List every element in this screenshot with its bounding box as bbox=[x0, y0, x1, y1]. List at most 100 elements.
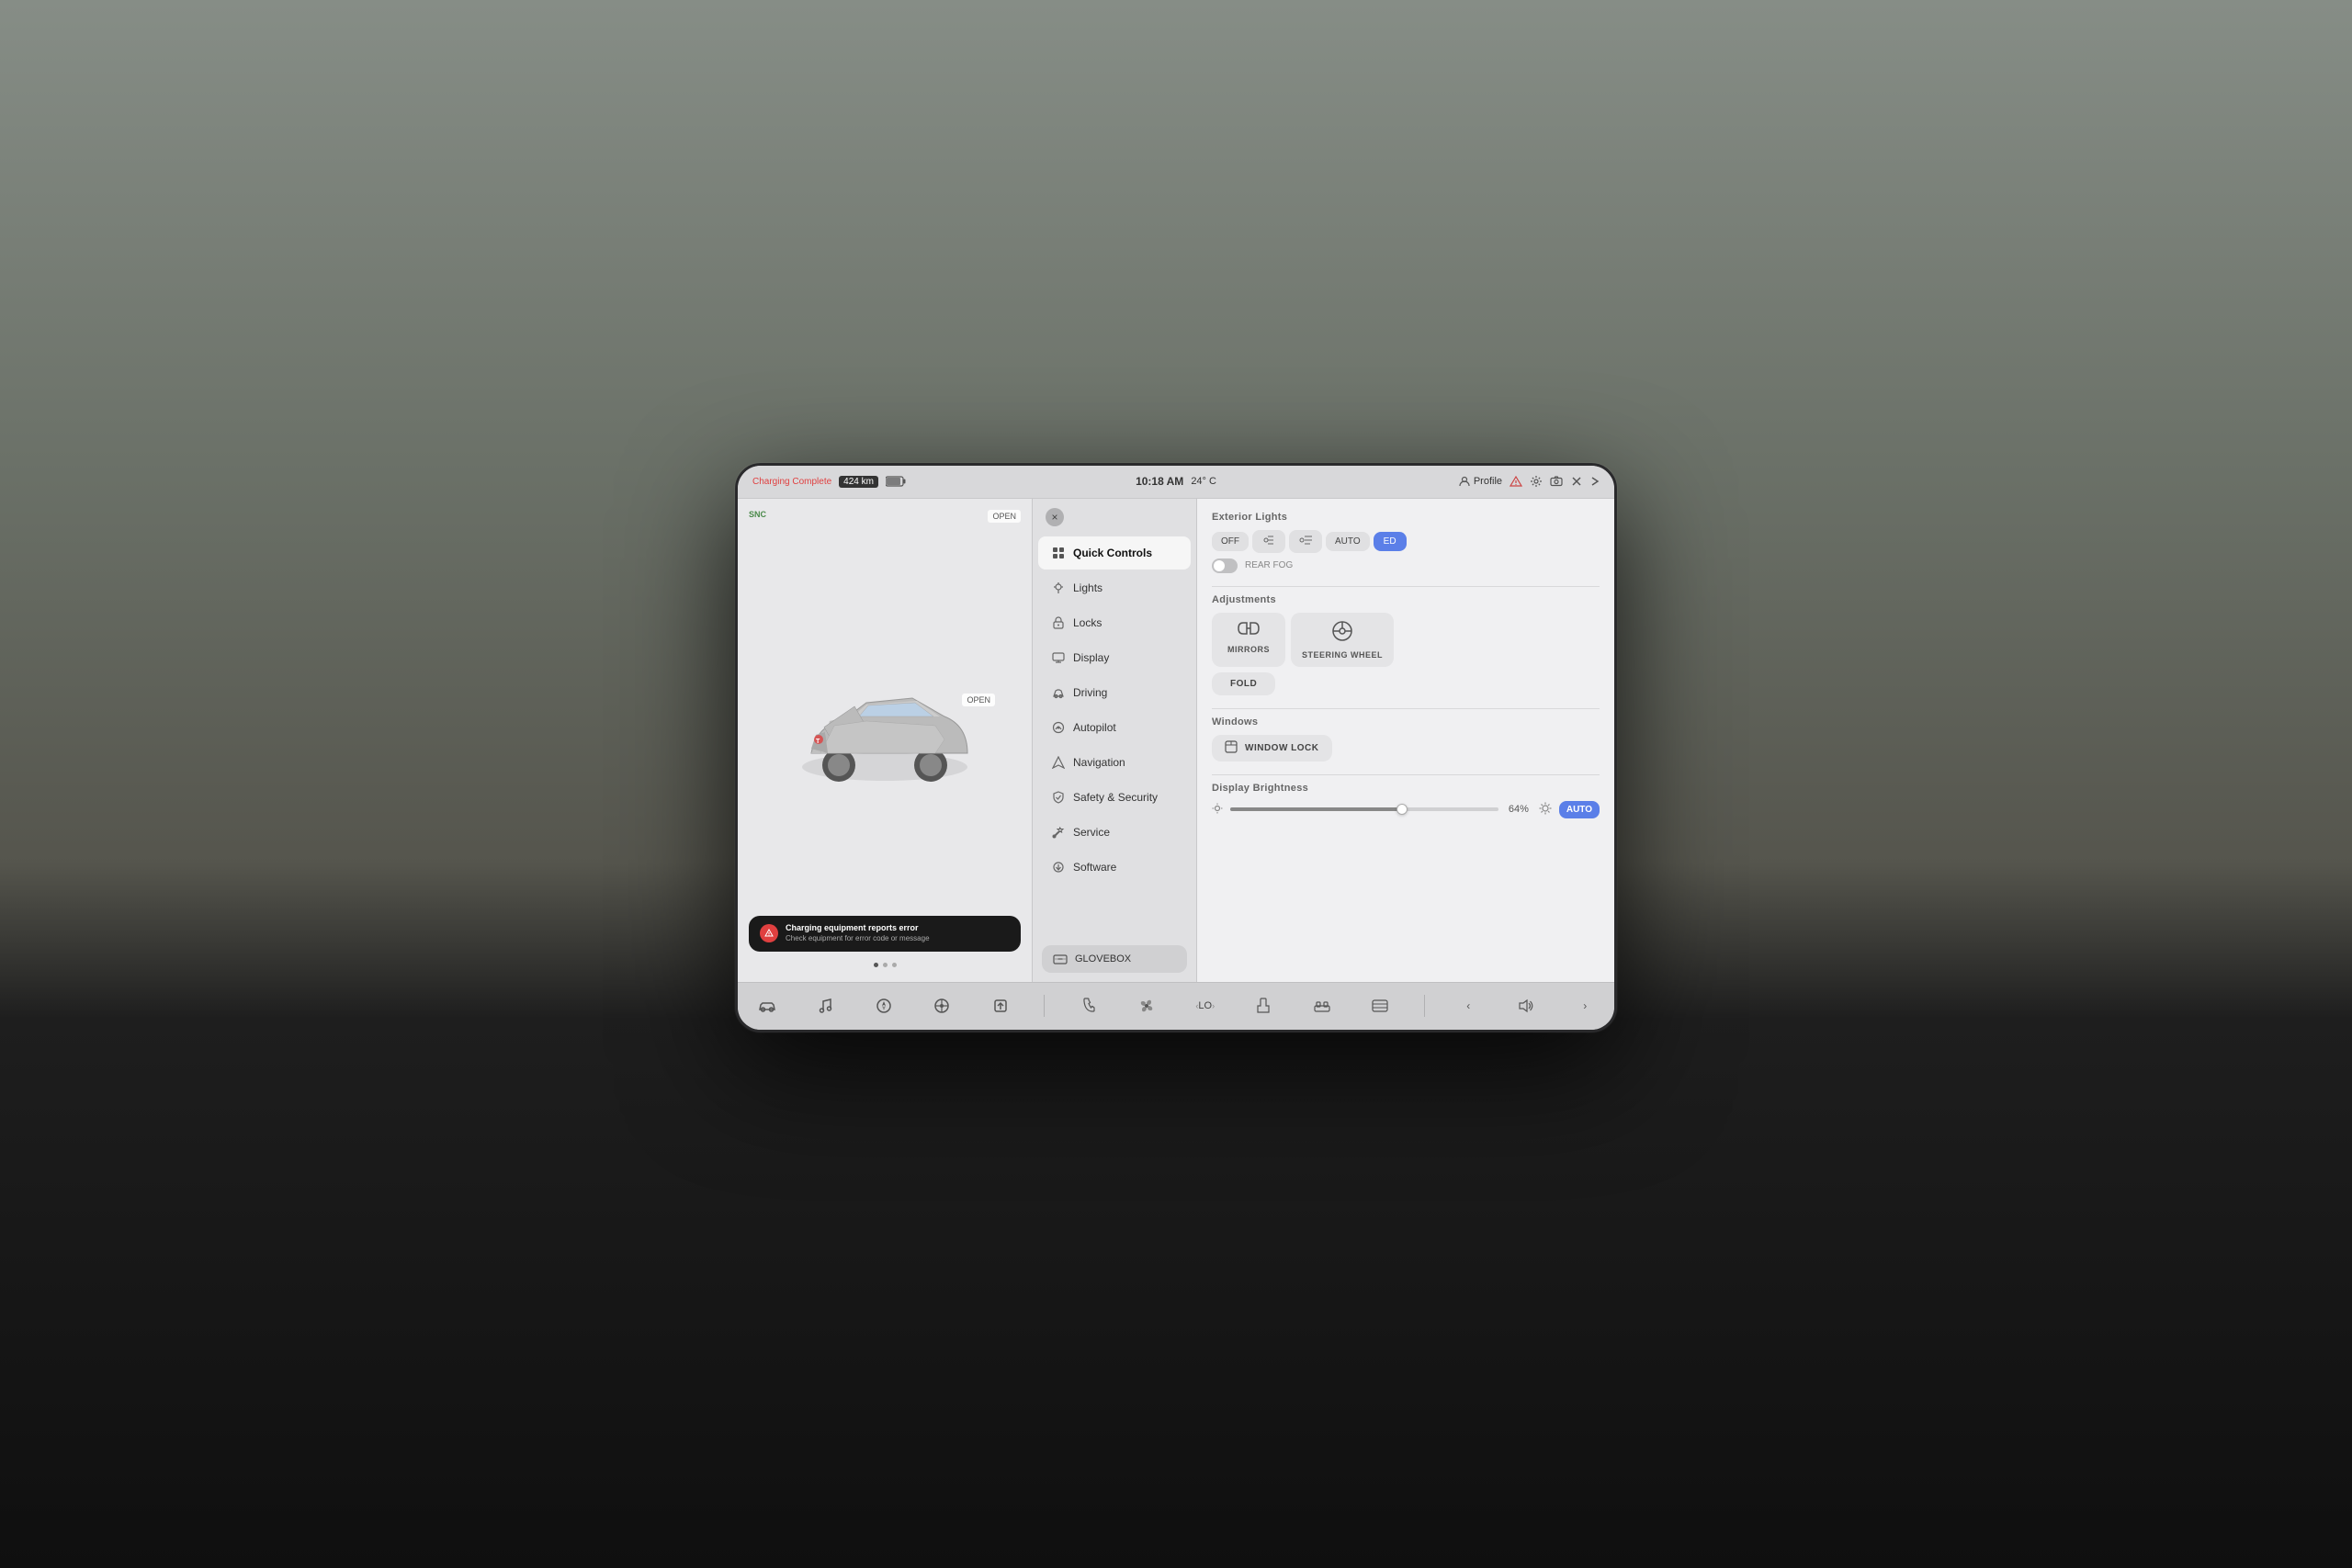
car-image-area: T OPEN bbox=[749, 545, 1021, 917]
toolbar-nav-icon[interactable] bbox=[869, 991, 899, 1021]
toolbar-car-icon[interactable] bbox=[752, 991, 782, 1021]
toolbar-apps-icon[interactable] bbox=[927, 991, 956, 1021]
safety-menu-icon bbox=[1051, 790, 1066, 805]
lights-off-button[interactable]: OFF bbox=[1212, 532, 1249, 551]
locks-menu-icon bbox=[1051, 615, 1066, 630]
menu-close-area: × bbox=[1033, 499, 1196, 536]
safety-icon-svg bbox=[1053, 791, 1064, 804]
rear-seat-svg bbox=[1314, 998, 1330, 1013]
steering-svg bbox=[1331, 620, 1353, 642]
window-lock-button[interactable]: WINDOW LOCK bbox=[1212, 735, 1332, 761]
autopilot-menu-icon bbox=[1051, 720, 1066, 735]
dot-navigation bbox=[749, 959, 1021, 971]
driving-menu-icon bbox=[1051, 685, 1066, 700]
glovebox-button[interactable]: GLOVEBOX bbox=[1042, 945, 1187, 973]
music-toolbar-svg bbox=[817, 998, 833, 1014]
menu-item-service[interactable]: Service bbox=[1038, 816, 1191, 849]
quick-controls-label: Quick Controls bbox=[1073, 547, 1152, 559]
error-notification[interactable]: Charging equipment reports error Check e… bbox=[749, 916, 1021, 951]
battery-icon bbox=[886, 476, 906, 487]
car-visualization: T OPEN bbox=[784, 657, 986, 804]
temperature-display: 24° C bbox=[1191, 476, 1216, 487]
screen-content: Charging Complete 424 km 10:18 AM 24° C bbox=[738, 466, 1614, 1030]
charging-status: Charging Complete bbox=[752, 477, 831, 487]
toolbar-volume-icon[interactable] bbox=[1512, 991, 1542, 1021]
toolbar-arrow-icon[interactable] bbox=[986, 991, 1015, 1021]
menu-item-autopilot[interactable]: Autopilot bbox=[1038, 711, 1191, 744]
profile-button[interactable]: Profile bbox=[1459, 476, 1502, 487]
dot-2 bbox=[883, 963, 888, 967]
temp-lo-value: LO bbox=[1198, 1000, 1212, 1011]
status-left: Charging Complete 424 km bbox=[752, 476, 1136, 488]
windows-title: Windows bbox=[1212, 716, 1600, 728]
low-beam-icon bbox=[1298, 535, 1313, 546]
close-icon[interactable] bbox=[1570, 475, 1583, 488]
adjustments-title: Adjustments bbox=[1212, 594, 1600, 605]
close-button[interactable]: × bbox=[1046, 508, 1064, 526]
alert-icon[interactable] bbox=[1510, 475, 1522, 488]
mirrors-label: MIRRORS bbox=[1227, 645, 1270, 654]
time-display: 10:18 AM bbox=[1136, 475, 1183, 488]
dot-3 bbox=[892, 963, 897, 967]
person-icon bbox=[1459, 476, 1470, 487]
open-label-top: OPEN bbox=[988, 510, 1021, 523]
camera-icon[interactable] bbox=[1550, 475, 1563, 488]
controls-panel: Exterior Lights OFF bbox=[1197, 499, 1614, 982]
status-center: 10:18 AM 24° C bbox=[1136, 475, 1216, 488]
windows-section: Windows WINDOW LOCK bbox=[1212, 716, 1600, 761]
menu-item-lights[interactable]: Lights bbox=[1038, 571, 1191, 604]
lights-low-beam-button[interactable] bbox=[1289, 530, 1322, 553]
settings-icon[interactable] bbox=[1530, 475, 1543, 488]
menu-item-navigation[interactable]: Navigation bbox=[1038, 746, 1191, 779]
menu-item-safety[interactable]: Safety & Security bbox=[1038, 781, 1191, 814]
status-right: Profile bbox=[1216, 475, 1600, 488]
lights-parking-button[interactable] bbox=[1252, 530, 1285, 553]
toolbar-music-icon[interactable] bbox=[810, 991, 840, 1021]
sun-large-icon bbox=[1539, 802, 1552, 815]
toolbar-defrost-icon[interactable] bbox=[1365, 991, 1395, 1021]
quick-controls-icon bbox=[1051, 546, 1066, 560]
software-icon-svg bbox=[1052, 861, 1065, 874]
mirrors-icon bbox=[1235, 620, 1262, 641]
menu-item-quick-controls[interactable]: Quick Controls bbox=[1038, 536, 1191, 570]
error-icon bbox=[760, 924, 778, 942]
lights-drl-button[interactable]: ED bbox=[1374, 532, 1407, 551]
rear-fog-toggle[interactable] bbox=[1212, 558, 1238, 573]
menu-item-driving[interactable]: Driving bbox=[1038, 676, 1191, 709]
toolbar-fan-icon[interactable] bbox=[1132, 991, 1161, 1021]
toolbar-vol-right[interactable]: › bbox=[1570, 991, 1600, 1021]
toolbar-rear-seat-icon[interactable] bbox=[1307, 991, 1337, 1021]
toolbar-phone-icon[interactable] bbox=[1074, 991, 1103, 1021]
toolbar-vol-left[interactable]: ‹ bbox=[1453, 991, 1483, 1021]
window-lock-icon bbox=[1225, 740, 1238, 756]
glovebox-label: GLOVEBOX bbox=[1075, 953, 1131, 964]
tesla-tablet: Charging Complete 424 km 10:18 AM 24° C bbox=[735, 463, 1617, 1032]
bluetooth-icon[interactable] bbox=[1590, 475, 1600, 488]
menu-item-software[interactable]: Software bbox=[1038, 851, 1191, 884]
fold-button[interactable]: FOLD bbox=[1212, 672, 1275, 695]
window-lock-label: WINDOW LOCK bbox=[1245, 743, 1319, 753]
toolbar-temp-display[interactable]: ‹ LO › bbox=[1191, 991, 1220, 1021]
nav-toolbar-svg bbox=[876, 998, 892, 1014]
bottom-toolbar: ‹ LO › bbox=[738, 982, 1614, 1030]
defrost-svg bbox=[1372, 998, 1388, 1013]
display-brightness-section: Display Brightness bbox=[1212, 783, 1600, 818]
brightness-slider[interactable] bbox=[1230, 807, 1498, 811]
car-svg: T bbox=[784, 657, 986, 804]
service-label: Service bbox=[1073, 826, 1110, 839]
toolbar-seat-icon[interactable] bbox=[1249, 991, 1278, 1021]
car-toolbar-svg bbox=[757, 998, 777, 1013]
steering-wheel-button[interactable]: STEERING WHEEL bbox=[1291, 613, 1394, 667]
mirrors-button[interactable]: MIRRORS bbox=[1212, 613, 1285, 667]
status-bar: Charging Complete 424 km 10:18 AM 24° C bbox=[738, 466, 1614, 499]
menu-item-locks[interactable]: Locks bbox=[1038, 606, 1191, 639]
adj-buttons-row: MIRRORS bbox=[1212, 613, 1600, 667]
dot-1 bbox=[874, 963, 878, 967]
brightness-auto-button[interactable]: AUTO bbox=[1559, 801, 1600, 818]
lights-label: Lights bbox=[1073, 581, 1102, 594]
locks-label: Locks bbox=[1073, 616, 1102, 629]
menu-item-display[interactable]: Display bbox=[1038, 641, 1191, 674]
driving-label: Driving bbox=[1073, 686, 1107, 699]
fan-toolbar-svg bbox=[1138, 998, 1155, 1014]
lights-auto-button[interactable]: AUTO bbox=[1326, 532, 1370, 551]
